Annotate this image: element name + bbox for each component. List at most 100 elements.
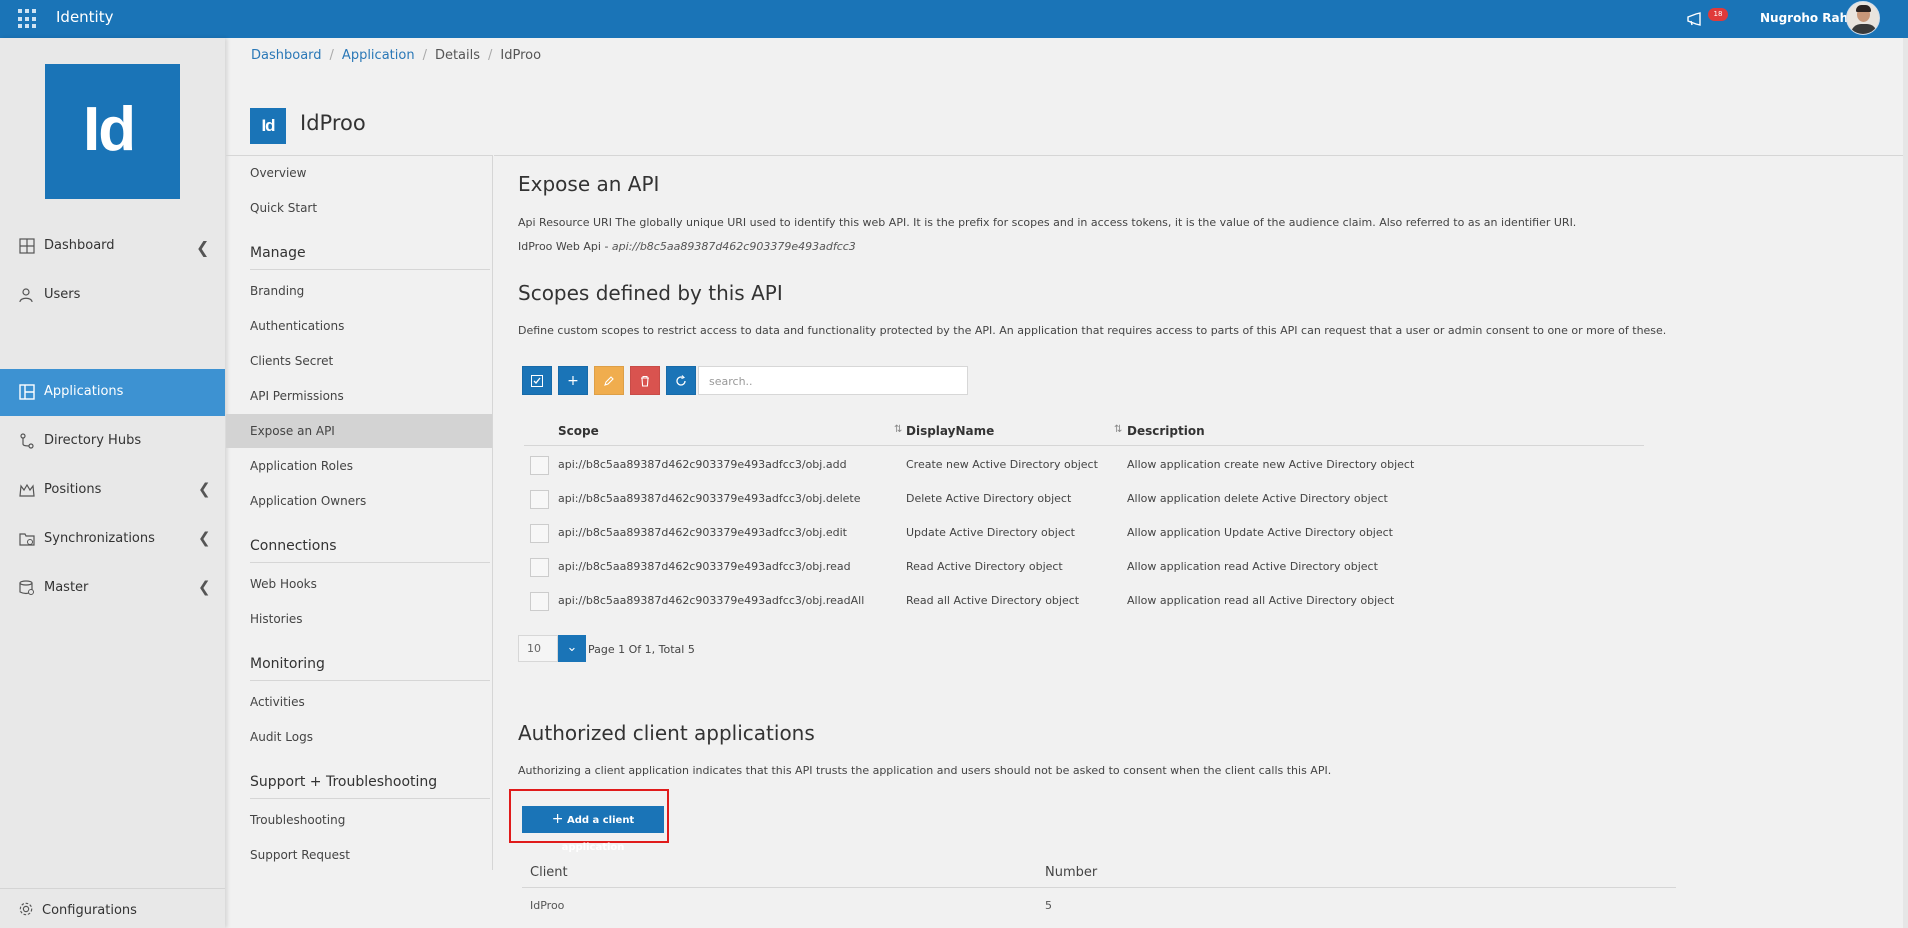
row-checkbox[interactable] (530, 558, 549, 577)
select-all-button[interactable] (522, 366, 552, 395)
sidebar-item-label: Applications (44, 384, 124, 399)
chevron-left-icon[interactable]: ❮ (198, 578, 211, 596)
applications-icon (19, 384, 35, 400)
scopes-title: Scopes defined by this API (518, 281, 783, 305)
page-info: Page 1 Of 1, Total 5 (588, 643, 695, 656)
sidebar-item-users[interactable]: Users (0, 272, 225, 318)
scrollbar[interactable] (1903, 38, 1908, 928)
displayname-cell: Read all Active Directory object (906, 594, 1080, 607)
chevron-left-icon[interactable]: ❮ (198, 480, 211, 498)
column-description[interactable]: Description (1127, 424, 1205, 438)
table-row[interactable]: api://b8c5aa89387d462c903379e493adfcc3/o… (524, 584, 1644, 618)
column-scope[interactable]: Scope (558, 424, 599, 438)
row-checkbox[interactable] (530, 524, 549, 543)
chevron-left-icon[interactable]: ❮ (198, 529, 211, 547)
table-row[interactable]: api://b8c5aa89387d462c903379e493adfcc3/o… (524, 516, 1644, 550)
subnav-audit-logs[interactable]: Audit Logs (226, 720, 492, 754)
gear-icon (19, 902, 33, 916)
breadcrumb-current: IdProo (500, 48, 542, 63)
table-row[interactable]: api://b8c5aa89387d462c903379e493adfcc3/o… (524, 448, 1644, 482)
sidebar-item-label: Master (44, 580, 89, 595)
subnav-clients-secret[interactable]: Clients Secret (226, 344, 492, 378)
app-grid-icon[interactable] (18, 9, 38, 29)
app-subnav: Overview Quick Start Manage Branding Aut… (226, 155, 493, 870)
subnav-histories[interactable]: Histories (226, 602, 492, 636)
subnav-web-hooks[interactable]: Web Hooks (226, 567, 492, 601)
subnav-quick-start[interactable]: Quick Start (226, 191, 492, 225)
users-icon (19, 288, 33, 303)
subnav-api-permissions[interactable]: API Permissions (226, 379, 492, 413)
sidebar-item-synchronizations[interactable]: Synchronizations ❮ (0, 516, 225, 562)
sidebar-item-label: Synchronizations (44, 531, 155, 546)
api-uri-line: IdProo Web Api - api://b8c5aa89387d462c9… (518, 240, 856, 253)
description-cell: Allow application create new Active Dire… (1127, 458, 1415, 471)
subnav-application-roles[interactable]: Application Roles (226, 449, 492, 483)
subnav-branding[interactable]: Branding (226, 274, 492, 308)
scope-cell: api://b8c5aa89387d462c903379e493adfcc3/o… (558, 492, 861, 505)
trash-icon (641, 375, 649, 387)
app-title[interactable]: Identity (56, 8, 114, 26)
avatar[interactable] (1846, 1, 1880, 35)
app-logo: Id (45, 64, 180, 199)
breadcrumb-application[interactable]: Application (342, 48, 415, 63)
table-header: Scope ⇅ DisplayName ⇅ Description (524, 414, 1644, 446)
delete-scope-button[interactable] (630, 366, 660, 395)
chevron-down-icon: ⌄ (566, 640, 578, 655)
description-cell: Allow application Update Active Director… (1127, 526, 1393, 539)
sort-icon[interactable]: ⇅ (1114, 424, 1122, 435)
configurations-label: Configurations (42, 903, 137, 918)
row-checkbox[interactable] (530, 456, 549, 475)
expose-api-description: Api Resource URI The globally unique URI… (518, 216, 1577, 229)
subnav-support-request[interactable]: Support Request (226, 838, 492, 872)
column-number: Number (1045, 865, 1098, 880)
page-size-select[interactable]: 10 (518, 635, 558, 662)
subnav-activities[interactable]: Activities (226, 685, 492, 719)
sidebar-item-dashboard[interactable]: Dashboard (0, 223, 225, 269)
add-scope-button[interactable]: + (558, 366, 588, 395)
page-size-dropdown-button[interactable]: ⌄ (558, 635, 586, 662)
top-bar: Identity 18 Nugroho Rah (0, 0, 1908, 38)
table-row[interactable]: IdProo 5 (522, 890, 1676, 920)
row-checkbox[interactable] (530, 592, 549, 611)
subnav-authentications[interactable]: Authentications (226, 309, 492, 343)
subnav-section-monitoring: Monitoring (250, 656, 490, 681)
description-cell: Allow application read Active Directory … (1127, 560, 1378, 573)
number-cell: 5 (1045, 899, 1052, 912)
sidebar-item-label: Positions (44, 482, 102, 497)
displayname-cell: Create new Active Directory object (906, 458, 1098, 471)
expose-api-title: Expose an API (518, 172, 660, 196)
column-displayname[interactable]: DisplayName (906, 424, 994, 438)
sidebar-item-directory-hubs[interactable]: Directory Hubs (0, 418, 225, 464)
row-checkbox[interactable] (530, 490, 549, 509)
sidebar-item-positions[interactable]: Positions ❮ (0, 467, 225, 513)
table-row[interactable]: api://b8c5aa89387d462c903379e493adfcc3/o… (524, 550, 1644, 584)
breadcrumb-dashboard[interactable]: Dashboard (251, 48, 322, 63)
sidebar-item-master[interactable]: Master ❮ (0, 565, 225, 611)
synchronizations-icon (19, 533, 35, 546)
description-cell: Allow application delete Active Director… (1127, 492, 1388, 505)
subnav-troubleshooting[interactable]: Troubleshooting (226, 803, 492, 837)
notification-badge[interactable]: 18 (1708, 8, 1728, 21)
dashboard-icon (19, 238, 35, 254)
page-title: IdProo (300, 111, 366, 135)
megaphone-icon[interactable] (1686, 12, 1706, 26)
subnav-application-owners[interactable]: Application Owners (226, 484, 492, 518)
sort-icon[interactable]: ⇅ (894, 424, 902, 435)
search-input[interactable]: search.. (698, 366, 968, 395)
scope-cell: api://b8c5aa89387d462c903379e493adfcc3/o… (558, 458, 847, 471)
refresh-button[interactable] (666, 366, 696, 395)
subnav-overview[interactable]: Overview (226, 156, 492, 190)
subnav-section-connections: Connections (250, 538, 490, 563)
plus-icon: + (567, 373, 579, 389)
client-cell: IdProo (530, 899, 565, 912)
table-row[interactable]: api://b8c5aa89387d462c903379e493adfcc3/o… (524, 482, 1644, 516)
sidebar: Id ❮ Dashboard Users Applications Direct… (0, 38, 225, 928)
edit-scope-button[interactable] (594, 366, 624, 395)
user-name[interactable]: Nugroho Rah (1760, 11, 1848, 25)
add-client-application-button[interactable]: + Add a client application (522, 806, 664, 853)
sidebar-item-applications[interactable]: Applications (0, 369, 225, 416)
subnav-expose-an-api[interactable]: Expose an API (226, 414, 492, 448)
api-uri-label: IdProo Web Api - (518, 240, 612, 253)
logo-text: Id (83, 95, 136, 164)
sidebar-item-configurations[interactable]: Configurations (0, 888, 225, 928)
